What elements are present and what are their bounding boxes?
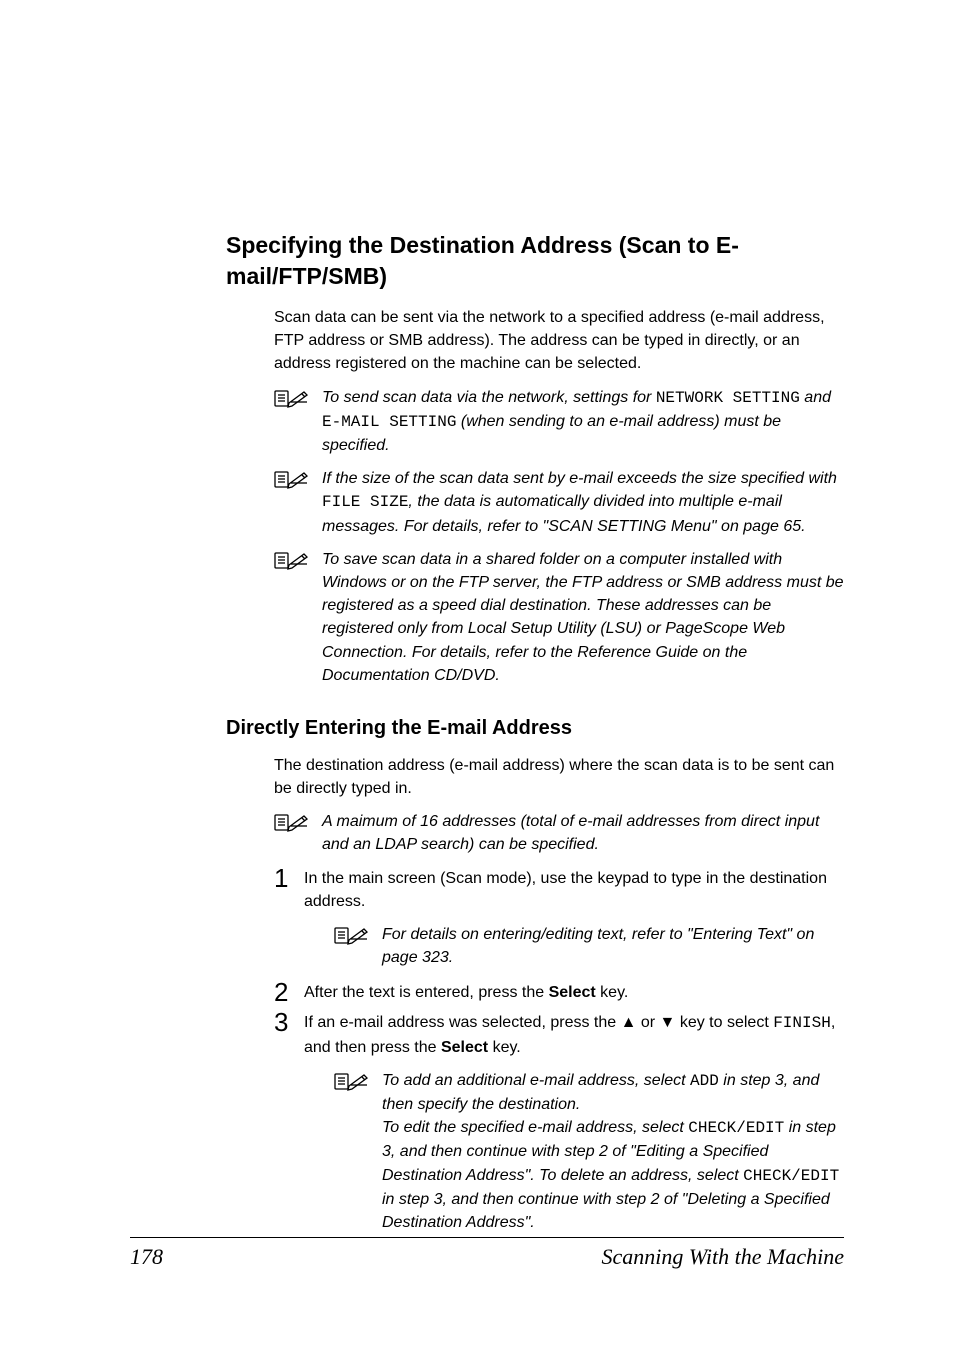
note-icon xyxy=(274,550,314,570)
step-number: 3 xyxy=(274,1009,304,1035)
code-text: E-MAIL SETTING xyxy=(322,413,456,431)
text: After the text is entered, press the xyxy=(304,984,549,1001)
text: If an e-mail address was selected, press… xyxy=(304,1014,773,1031)
note-block: A maimum of 16 addresses (total of e-mai… xyxy=(274,810,844,856)
code-text: ADD xyxy=(690,1072,719,1090)
note-icon xyxy=(274,812,314,832)
step-item: 2 After the text is entered, press the S… xyxy=(274,981,844,1005)
step-text: In the main screen (Scan mode), use the … xyxy=(304,867,844,976)
section-body: Scan data can be sent via the network to… xyxy=(226,306,844,687)
step-number: 2 xyxy=(274,979,304,1005)
text: key. xyxy=(488,1039,521,1056)
note-text: For details on entering/editing text, re… xyxy=(382,923,844,969)
bold-text: Select xyxy=(441,1039,488,1056)
note-icon xyxy=(274,388,314,408)
note-block: To send scan data via the network, setti… xyxy=(274,386,844,458)
text: in step 3, and then continue with step 2… xyxy=(382,1191,830,1231)
step-number: 1 xyxy=(274,865,304,891)
code-text: FINISH xyxy=(773,1014,831,1032)
code-text: NETWORK SETTING xyxy=(656,389,800,407)
page-number: 178 xyxy=(130,1244,163,1270)
note-icon xyxy=(334,1071,374,1091)
subsection-body: The destination address (e-mail address)… xyxy=(226,754,844,1240)
code-text: CHECK/EDIT xyxy=(743,1167,839,1185)
note-icon xyxy=(274,469,314,489)
note-icon xyxy=(334,925,374,945)
step-text: If an e-mail address was selected, press… xyxy=(304,1011,844,1240)
note-text: To send scan data via the network, setti… xyxy=(322,386,844,458)
note-text: To save scan data in a shared folder on … xyxy=(322,548,844,687)
step-item: 3 If an e-mail address was selected, pre… xyxy=(274,1011,844,1240)
subintro-paragraph: The destination address (e-mail address)… xyxy=(274,754,844,800)
code-text: CHECK/EDIT xyxy=(688,1119,784,1137)
note-block: If the size of the scan data sent by e-m… xyxy=(274,467,844,538)
step-list: 1 In the main screen (Scan mode), use th… xyxy=(274,867,844,1240)
note-block: To add an additional e-mail address, sel… xyxy=(334,1069,844,1234)
step-text: After the text is entered, press the Sel… xyxy=(304,981,844,1004)
text: key. xyxy=(596,984,629,1001)
intro-paragraph: Scan data can be sent via the network to… xyxy=(274,306,844,376)
text: To send scan data via the network, setti… xyxy=(322,389,656,406)
note-text: A maimum of 16 addresses (total of e-mai… xyxy=(322,810,844,856)
section-heading: Specifying the Destination Address (Scan… xyxy=(226,230,844,292)
note-text: To add an additional e-mail address, sel… xyxy=(382,1069,844,1234)
document-page: Specifying the Destination Address (Scan… xyxy=(0,0,954,1350)
note-block: For details on entering/editing text, re… xyxy=(334,923,844,969)
note-text: If the size of the scan data sent by e-m… xyxy=(322,467,844,538)
text: In the main screen (Scan mode), use the … xyxy=(304,870,827,910)
code-text: FILE SIZE xyxy=(322,493,408,511)
text: and xyxy=(800,389,831,406)
footer-title: Scanning With the Machine xyxy=(601,1244,844,1270)
text: To edit the specified e-mail address, se… xyxy=(382,1119,688,1136)
page-footer: 178 Scanning With the Machine xyxy=(130,1237,844,1270)
text: If the size of the scan data sent by e-m… xyxy=(322,470,837,487)
note-block: To save scan data in a shared folder on … xyxy=(274,548,844,687)
text: To add an additional e-mail address, sel… xyxy=(382,1072,690,1089)
bold-text: Select xyxy=(549,984,596,1001)
subsection-heading: Directly Entering the E-mail Address xyxy=(226,717,844,740)
step-item: 1 In the main screen (Scan mode), use th… xyxy=(274,867,844,976)
main-content: Specifying the Destination Address (Scan… xyxy=(130,230,854,1240)
